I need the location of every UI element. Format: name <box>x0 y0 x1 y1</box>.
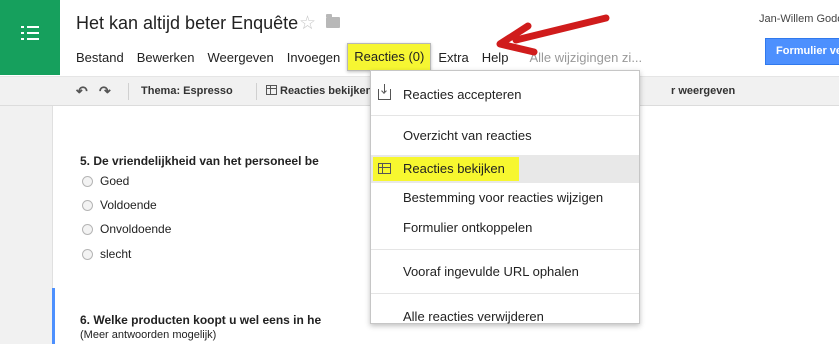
send-form-button[interactable]: Formulier verzende <box>765 38 839 65</box>
menu-divider <box>371 115 639 116</box>
question-6-help: (Meer antwoorden mogelijk) <box>80 329 217 341</box>
menu-view-responses[interactable]: Reacties bekijken <box>371 155 639 183</box>
menu-item-label: Reacties bekijken <box>373 157 519 181</box>
menu-divider <box>371 249 639 250</box>
option-label: Goed <box>100 174 130 188</box>
arrow-annotation <box>496 14 610 56</box>
radio-option-slecht[interactable]: slecht <box>82 246 131 262</box>
menu-delete-all-responses[interactable]: Alle reacties verwijderen <box>371 305 639 329</box>
menu-item-label: Overzicht van reacties <box>403 128 532 143</box>
redo-icon[interactable]: ↷ <box>99 83 111 100</box>
menu-response-summary[interactable]: Overzicht van reacties <box>371 124 639 148</box>
menu-item-label: Reacties accepteren <box>403 87 522 102</box>
grid-icon <box>266 85 277 95</box>
question-marker <box>52 288 55 344</box>
theme-button[interactable]: Thema: Espresso <box>141 85 233 97</box>
menu-item-label: Alle reacties verwijderen <box>403 309 544 324</box>
radio-option-onvoldoende[interactable]: Onvoldoende <box>82 221 171 237</box>
option-label: Voldoende <box>100 198 157 212</box>
radio-button[interactable] <box>82 199 93 211</box>
menu-prefilled-url[interactable]: Vooraf ingevulde URL ophalen <box>371 260 639 284</box>
radio-option-voldoende[interactable]: Voldoende <box>82 197 157 213</box>
accept-icon <box>378 84 391 100</box>
view-responses-button[interactable]: Reacties bekijken <box>266 85 370 97</box>
view-form-button[interactable]: r weergeven <box>671 85 735 97</box>
radio-button[interactable] <box>82 175 93 187</box>
folder-icon[interactable] <box>326 14 340 28</box>
star-icon[interactable]: ☆ <box>299 12 316 35</box>
option-label: Onvoldoende <box>100 222 172 236</box>
menu-item-label: Vooraf ingevulde URL ophalen <box>403 264 579 279</box>
menu-bewerken[interactable]: Bewerken <box>137 50 195 65</box>
forms-app-icon[interactable] <box>0 0 60 75</box>
radio-button[interactable] <box>82 248 93 260</box>
user-name[interactable]: Jan-Willem Godo <box>759 13 839 25</box>
radio-option-goed[interactable]: Goed <box>82 173 129 189</box>
doc-title[interactable]: Het kan altijd beter Enquête <box>76 13 298 34</box>
menu-accept-responses[interactable]: Reacties accepteren <box>371 83 639 107</box>
toolbar-divider <box>128 83 129 100</box>
menu-bestand[interactable]: Bestand <box>76 50 124 65</box>
menu-change-destination[interactable]: Bestemming voor reacties wijzigen <box>371 186 639 210</box>
menu-item-label: Bestemming voor reacties wijzigen <box>403 190 604 205</box>
option-label: slecht <box>100 247 132 261</box>
menu-invoegen[interactable]: Invoegen <box>287 50 341 65</box>
radio-button[interactable] <box>82 223 93 235</box>
menu-reacties[interactable]: Reacties (0) <box>347 43 432 71</box>
question-6-title[interactable]: 6. Welke producten koopt u wel eens in h… <box>80 313 321 327</box>
menu-item-label: Formulier ontkoppelen <box>403 220 533 235</box>
undo-icon[interactable]: ↶ <box>76 83 88 100</box>
grid-icon <box>378 163 391 174</box>
menu-unlink-form[interactable]: Formulier ontkoppelen <box>371 216 639 240</box>
view-responses-label: Reacties bekijken <box>280 85 370 97</box>
responses-menu: Reacties accepteren Overzicht van reacti… <box>370 70 640 324</box>
toolbar-divider <box>256 83 257 100</box>
menu-weergeven[interactable]: Weergeven <box>208 50 274 65</box>
menu-divider <box>371 293 639 294</box>
question-5-title[interactable]: 5. De vriendelijkheid van het personeel … <box>80 154 319 168</box>
